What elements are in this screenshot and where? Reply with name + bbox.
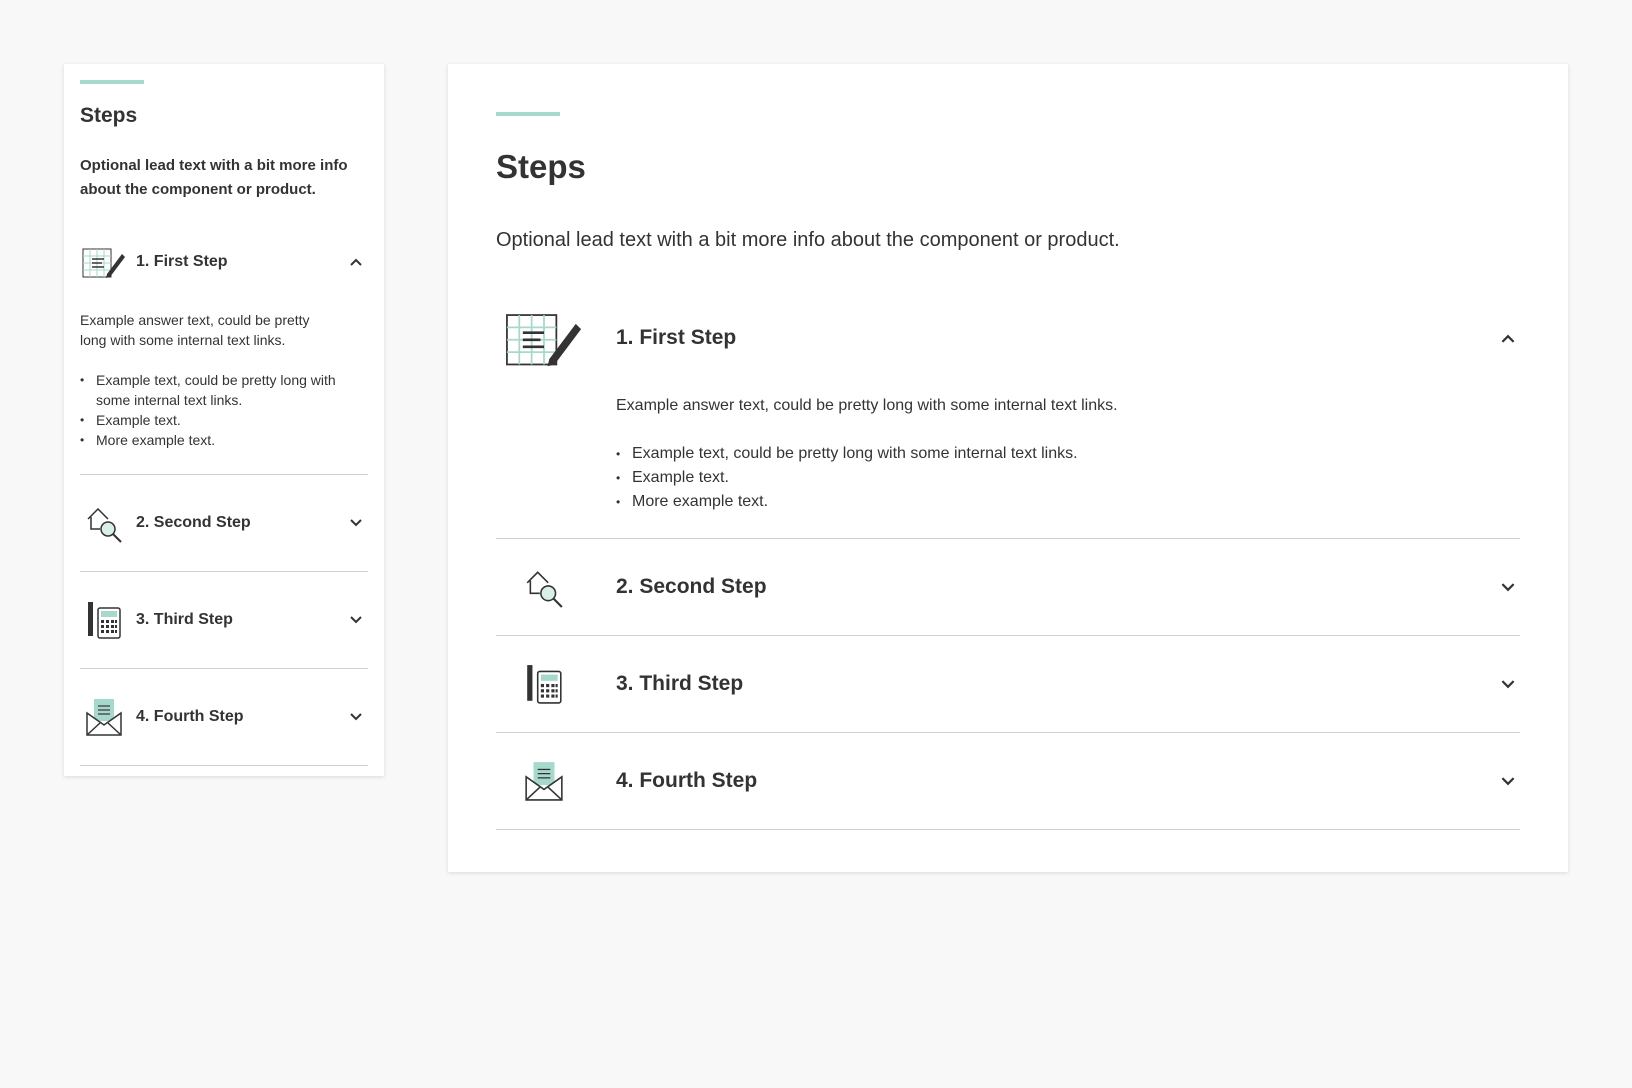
step-body-1: Example answer text, could be pretty lon… xyxy=(80,294,368,474)
step-item-4: 4. Fourth Step xyxy=(80,669,368,766)
step-header-4[interactable]: 4. Fourth Step xyxy=(496,733,1520,829)
list-item: Example text, could be pretty long with … xyxy=(616,442,1520,466)
step-answer: Example answer text, could be pretty lon… xyxy=(80,312,310,348)
pencil-calculator-icon xyxy=(80,596,128,644)
list-item: Example text. xyxy=(80,410,352,430)
chevron-up-icon[interactable] xyxy=(344,250,368,274)
step-header-1[interactable]: 1. First Step xyxy=(80,230,368,294)
form-pencil-icon xyxy=(80,238,128,286)
step-item-3: 3. Third Step xyxy=(496,636,1520,733)
form-pencil-icon xyxy=(496,302,592,374)
step-header-3[interactable]: 3. Third Step xyxy=(80,572,368,668)
step-label: 4. Fourth Step xyxy=(136,708,244,725)
chevron-down-icon[interactable] xyxy=(1496,672,1520,696)
step-header-2[interactable]: 2. Second Step xyxy=(496,539,1520,635)
lead-text: Optional lead text with a bit more info … xyxy=(496,229,1120,251)
step-header-4[interactable]: 4. Fourth Step xyxy=(80,669,368,765)
list-item: Example text, could be pretty long with … xyxy=(80,370,352,410)
chevron-down-icon[interactable] xyxy=(1496,575,1520,599)
steps-card-compact: Steps Optional lead text with a bit more… xyxy=(64,64,384,776)
card-title: Steps xyxy=(496,148,586,185)
steps-card-wide: Steps Optional lead text with a bit more… xyxy=(448,64,1568,872)
chevron-up-icon[interactable] xyxy=(1496,326,1520,350)
card-title: Steps xyxy=(80,104,138,127)
step-label: 4. Fourth Step xyxy=(616,769,758,792)
list-item: More example text. xyxy=(80,430,352,450)
chevron-down-icon[interactable] xyxy=(344,608,368,632)
step-body-1: Example answer text, could be pretty lon… xyxy=(496,386,1520,538)
step-header-3[interactable]: 3. Third Step xyxy=(496,636,1520,732)
chevron-down-icon[interactable] xyxy=(344,511,368,535)
list-item: More example text. xyxy=(616,490,1520,514)
step-label: 3. Third Step xyxy=(136,611,233,628)
step-bullet-list: Example text, could be pretty long with … xyxy=(80,370,352,450)
step-bullet-list: Example text, could be pretty long with … xyxy=(616,442,1520,514)
house-search-icon xyxy=(496,551,592,623)
step-header-1[interactable]: 1. First Step xyxy=(496,290,1520,386)
step-item-2: 2. Second Step xyxy=(496,539,1520,636)
envelope-letter-icon xyxy=(80,693,128,741)
step-answer: Example answer text, could be pretty lon… xyxy=(616,397,1118,414)
step-header-2[interactable]: 2. Second Step xyxy=(80,475,368,571)
step-item-4: 4. Fourth Step xyxy=(496,733,1520,830)
step-item-1: 1. First Step Example answer text, could… xyxy=(80,230,368,475)
step-label: 1. First Step xyxy=(616,326,737,349)
accent-bar xyxy=(496,112,560,116)
step-label: 2. Second Step xyxy=(136,514,251,531)
list-item: Example text. xyxy=(616,466,1520,490)
lead-text: Optional lead text with a bit more info … xyxy=(80,157,348,198)
house-search-icon xyxy=(80,499,128,547)
step-label: 2. Second Step xyxy=(616,575,767,598)
pencil-calculator-icon xyxy=(496,648,592,720)
step-item-1: 1. First Step Example answer text, could… xyxy=(496,290,1520,539)
chevron-down-icon[interactable] xyxy=(344,705,368,729)
step-label: 3. Third Step xyxy=(616,672,744,695)
accent-bar xyxy=(80,80,144,84)
step-item-3: 3. Third Step xyxy=(80,572,368,669)
chevron-down-icon[interactable] xyxy=(1496,769,1520,793)
step-label: 1. First Step xyxy=(136,253,228,270)
envelope-letter-icon xyxy=(496,745,592,817)
step-item-2: 2. Second Step xyxy=(80,475,368,572)
